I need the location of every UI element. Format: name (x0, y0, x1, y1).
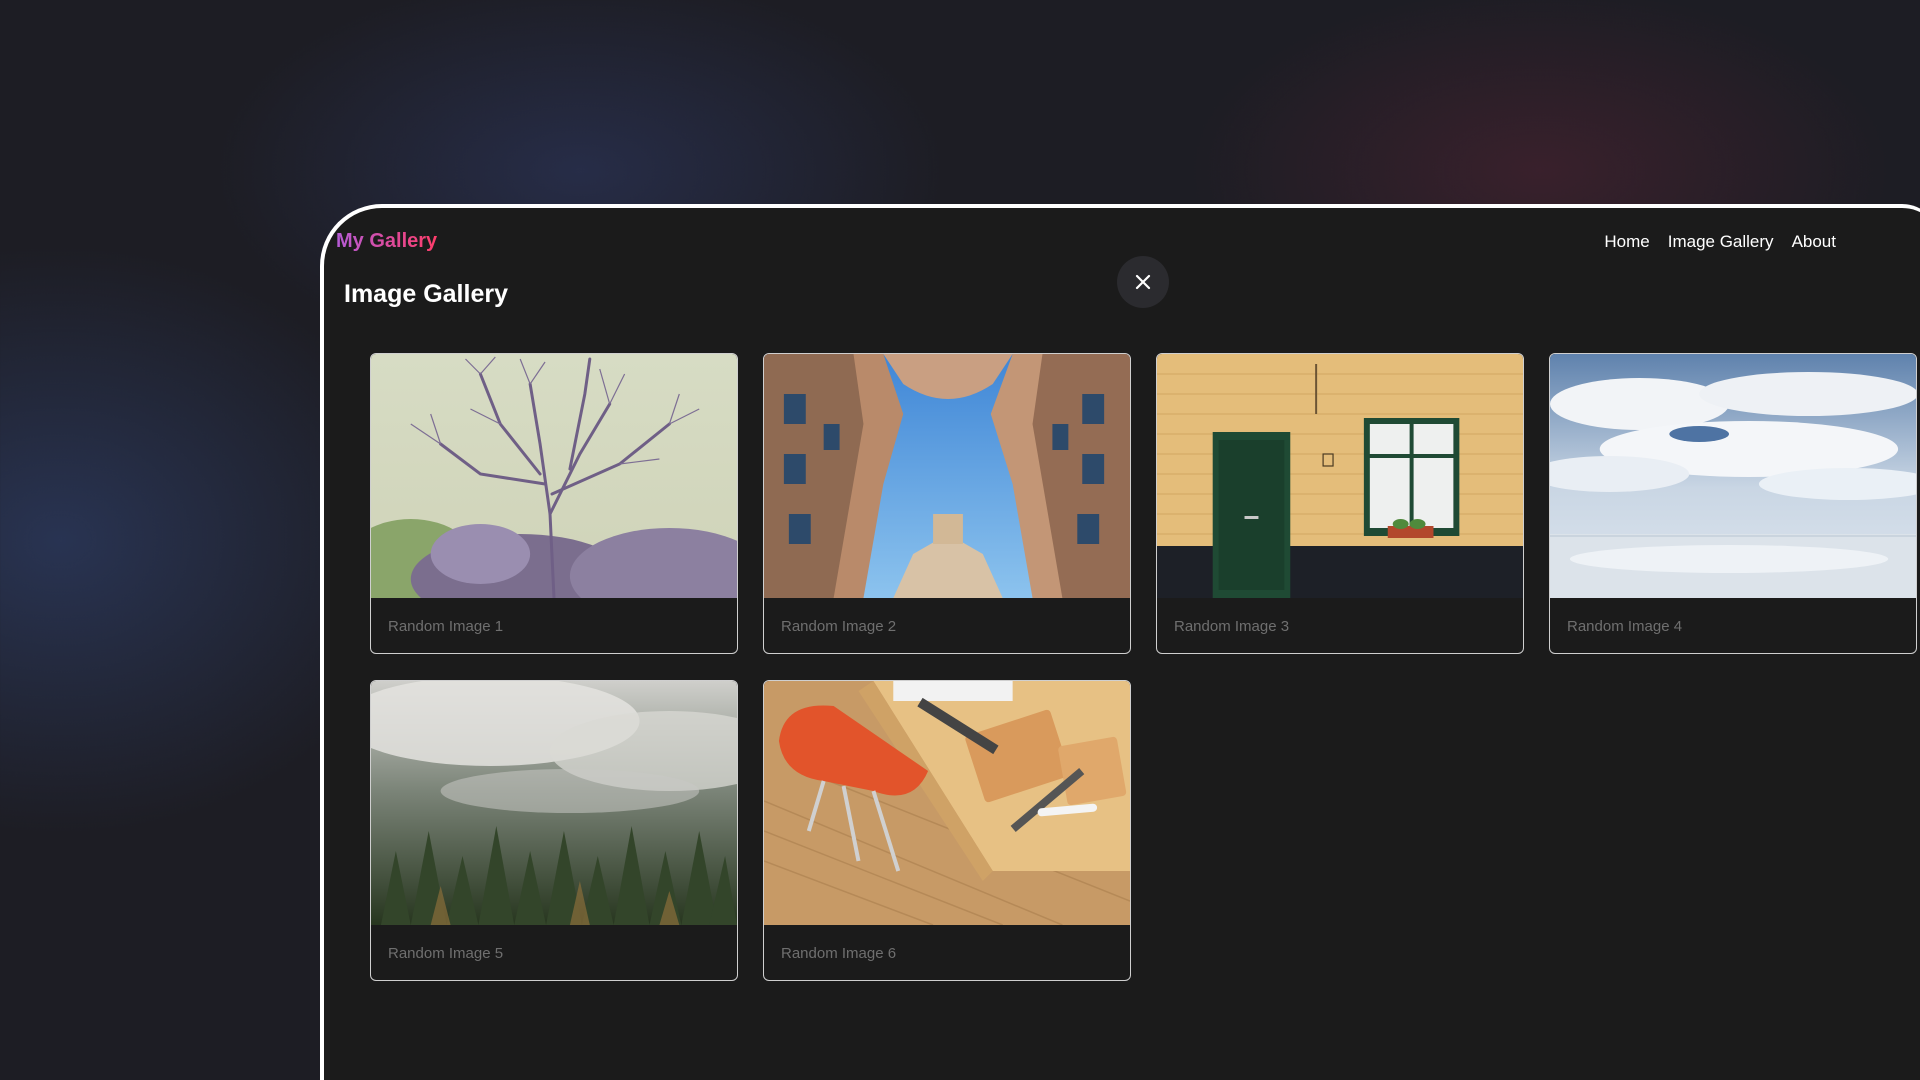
gallery-image-tree (371, 354, 737, 598)
gallery-card[interactable]: Random Image 4 (1549, 353, 1917, 654)
close-icon (1135, 274, 1151, 290)
gallery-image-forest (371, 681, 737, 925)
image-grid: Random Image 1 Random Image 2 Random Ima… (370, 353, 1917, 981)
navbar: My Gallery Home Image Gallery About (324, 208, 1920, 268)
card-caption: Random Image 1 (388, 618, 504, 635)
gallery-card[interactable]: Random Image 6 (763, 680, 1131, 981)
gallery-card[interactable]: Random Image 5 (370, 680, 738, 981)
gallery-app-window: My Gallery Home Image Gallery About Imag… (320, 204, 1920, 1080)
card-caption: Random Image 2 (781, 618, 897, 635)
card-caption: Random Image 4 (1567, 618, 1683, 635)
gallery-card[interactable]: Random Image 3 (1156, 353, 1524, 654)
card-caption: Random Image 5 (388, 945, 504, 962)
gallery-image-clouds (1550, 354, 1916, 598)
gallery-image-door (1157, 354, 1523, 598)
close-button[interactable] (1117, 256, 1169, 308)
gallery-image-buildings (764, 354, 1130, 598)
gallery-card[interactable]: Random Image 1 (370, 353, 738, 654)
nav-link-image-gallery[interactable]: Image Gallery (1668, 232, 1774, 252)
gallery-card[interactable]: Random Image 2 (763, 353, 1131, 654)
nav-link-about[interactable]: About (1792, 232, 1836, 252)
page-title: Image Gallery (344, 280, 508, 308)
gallery-image-desk (764, 681, 1130, 925)
brand-logo[interactable]: My Gallery (336, 230, 437, 253)
nav-link-home[interactable]: Home (1604, 232, 1649, 252)
card-caption: Random Image 3 (1174, 618, 1290, 635)
nav-links: Home Image Gallery About (1604, 232, 1836, 252)
card-caption: Random Image 6 (781, 945, 897, 962)
